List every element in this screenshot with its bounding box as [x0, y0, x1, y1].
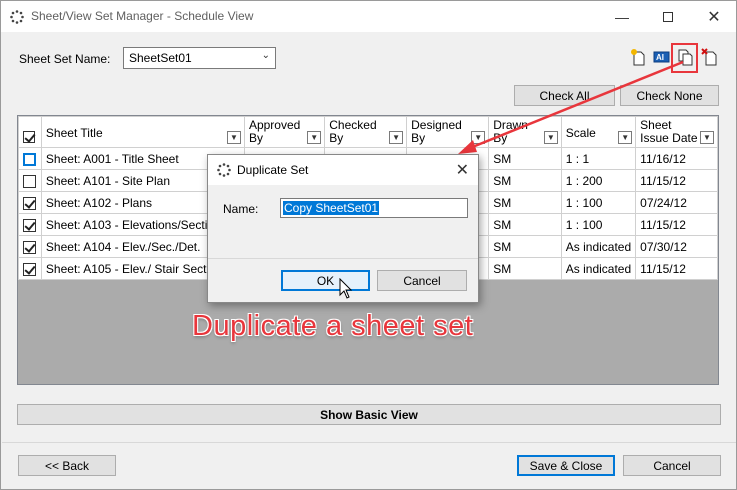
table-header-row: Sheet Title ▼ Approved By ▼ Checked By ▼ Desi… — [18, 116, 718, 148]
row-checkbox-cell[interactable] — [18, 257, 42, 280]
minimize-icon[interactable]: — — [599, 1, 645, 32]
row-checkbox-cell[interactable] — [18, 169, 42, 192]
filter-dropdown-icon[interactable]: ▼ — [307, 131, 322, 144]
drawn-by-cell[interactable]: SM — [488, 169, 562, 192]
sheet-set-select[interactable]: SheetSet01 ⌄ — [123, 47, 276, 69]
filter-dropdown-icon[interactable]: ▼ — [618, 131, 633, 144]
issue-date-cell[interactable]: 11/16/12 — [635, 147, 718, 170]
cancel-button[interactable]: Cancel — [623, 455, 721, 476]
select-all-header[interactable] — [18, 116, 42, 148]
dialog-title: Duplicate Set — [237, 163, 309, 177]
select-all-checkbox[interactable] — [23, 131, 35, 143]
col-label: Sheet — [640, 118, 672, 132]
col-label: Designed — [411, 118, 462, 132]
row-checkbox-cell[interactable] — [18, 191, 42, 214]
col-label: Checked — [329, 118, 377, 132]
row-checkbox[interactable] — [23, 218, 37, 232]
col-label-2: By — [329, 131, 344, 145]
chevron-down-icon: ⌄ — [261, 50, 270, 61]
filter-dropdown-icon[interactable]: ▼ — [543, 131, 558, 144]
col-label-2: Issue Date — [640, 131, 698, 145]
col-label: Approved — [248, 118, 301, 132]
col-checked-by[interactable]: Checked By ▼ — [324, 116, 408, 148]
window-title: Sheet/View Set Manager - Schedule View — [31, 9, 254, 23]
mouse-cursor-icon — [339, 278, 353, 299]
col-designed-by[interactable]: Designed By ▼ — [406, 116, 490, 148]
scale-cell[interactable]: 1 : 200 — [560, 169, 637, 192]
row-checkbox[interactable] — [23, 152, 37, 166]
delete-set-icon[interactable] — [701, 48, 719, 66]
drawn-by-cell[interactable]: SM — [488, 191, 562, 214]
filter-dropdown-icon[interactable]: ▼ — [471, 131, 486, 144]
row-checkbox[interactable] — [23, 174, 37, 188]
issue-date-cell[interactable]: 07/30/12 — [635, 235, 718, 258]
close-icon[interactable]: ✕ — [456, 160, 469, 180]
check-none-button[interactable]: Check None — [620, 85, 719, 106]
issue-date-cell[interactable]: 11/15/12 — [635, 257, 718, 280]
issue-date-cell[interactable]: 11/15/12 — [635, 169, 718, 192]
title-bar: Sheet/View Set Manager - Schedule View —… — [1, 1, 736, 32]
col-issue-date[interactable]: Sheet Issue Date ▼ — [635, 116, 718, 148]
rename-set-icon[interactable]: AI — [653, 48, 671, 66]
sheet-set-label: Sheet Set Name: — [19, 52, 111, 66]
app-icon — [10, 10, 24, 24]
row-checkbox[interactable] — [23, 240, 37, 254]
scale-cell[interactable]: 1 : 100 — [560, 213, 637, 236]
drawn-by-cell[interactable]: SM — [488, 147, 562, 170]
col-label: Sheet Title — [45, 126, 103, 140]
save-close-button[interactable]: Save & Close — [517, 455, 615, 476]
ok-button[interactable]: OK — [281, 270, 370, 291]
col-sheet-title[interactable]: Sheet Title ▼ — [40, 116, 245, 148]
back-button[interactable]: << Back — [18, 455, 116, 476]
filter-dropdown-icon[interactable]: ▼ — [389, 131, 404, 144]
filter-dropdown-icon[interactable]: ▼ — [226, 131, 241, 144]
show-basic-view-button[interactable]: Show Basic View — [17, 404, 721, 425]
duplicate-highlight-box — [671, 43, 698, 73]
col-drawn-by[interactable]: Drawn By ▼ — [488, 116, 562, 148]
col-approved-by[interactable]: Approved By ▼ — [243, 116, 326, 148]
col-label-2: By — [248, 131, 263, 145]
col-scale[interactable]: Scale ▼ — [560, 116, 637, 148]
col-label: Drawn — [493, 118, 528, 132]
filter-dropdown-icon[interactable]: ▼ — [700, 131, 714, 144]
scale-cell[interactable]: 1 : 1 — [560, 147, 637, 170]
app-icon — [217, 163, 231, 177]
annotation-callout: Duplicate a sheet set — [192, 310, 474, 342]
footer-divider — [2, 442, 736, 443]
name-input-value: Copy SheetSet01 — [283, 201, 380, 215]
drawn-by-cell[interactable]: SM — [488, 213, 562, 236]
row-checkbox-cell[interactable] — [18, 213, 42, 236]
dialog-divider — [208, 258, 478, 259]
close-icon[interactable]: ✕ — [691, 1, 737, 32]
name-label: Name: — [223, 202, 259, 216]
col-label-2: By — [411, 131, 426, 145]
col-label: Scale — [565, 126, 596, 140]
dialog-cancel-button[interactable]: Cancel — [377, 270, 467, 291]
maximize-icon[interactable] — [645, 1, 691, 32]
drawn-by-cell[interactable]: SM — [488, 257, 562, 280]
dialog-title-bar: Duplicate Set ✕ — [208, 155, 478, 185]
sheet-set-value: SheetSet01 — [129, 51, 192, 65]
scale-cell[interactable]: As indicated — [560, 235, 637, 258]
issue-date-cell[interactable]: 11/15/12 — [635, 213, 718, 236]
name-input[interactable]: Copy SheetSet01 — [280, 198, 468, 218]
scale-cell[interactable]: As indicated — [560, 257, 637, 280]
col-label-2: By — [493, 131, 508, 145]
drawn-by-cell[interactable]: SM — [488, 235, 562, 258]
svg-text:AI: AI — [656, 53, 664, 62]
new-set-icon[interactable] — [629, 48, 647, 66]
row-checkbox[interactable] — [23, 196, 37, 210]
issue-date-cell[interactable]: 07/24/12 — [635, 191, 718, 214]
row-checkbox[interactable] — [23, 262, 37, 276]
scale-cell[interactable]: 1 : 100 — [560, 191, 637, 214]
row-checkbox-cell[interactable] — [18, 235, 42, 258]
check-all-button[interactable]: Check All — [514, 85, 615, 106]
row-checkbox-cell[interactable] — [18, 147, 42, 170]
